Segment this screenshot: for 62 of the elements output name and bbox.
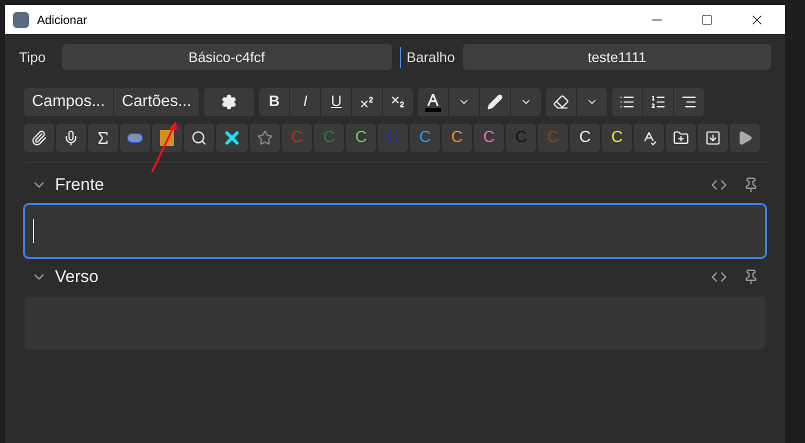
color-button[interactable]: C	[346, 124, 376, 152]
text-color-button[interactable]	[418, 88, 448, 116]
disc-button[interactable]	[120, 124, 150, 152]
settings-icon	[221, 94, 238, 110]
bullet-list-button[interactable]	[612, 88, 642, 116]
note-type-button[interactable]: Cartões...	[114, 88, 200, 116]
color-button[interactable]: C	[602, 124, 632, 152]
search-icon	[191, 130, 207, 146]
highlight-icon	[487, 94, 504, 110]
highlight-button[interactable]	[480, 88, 510, 116]
search-button[interactable]	[184, 124, 214, 152]
numbered-list-button[interactable]	[643, 88, 674, 116]
download-button[interactable]	[698, 124, 728, 152]
format-button[interactable]: U	[321, 88, 352, 116]
annotation-arrow	[150, 120, 180, 174]
eraser-button[interactable]	[546, 88, 576, 116]
microphone-icon	[63, 130, 79, 146]
superscript-icon	[359, 94, 376, 110]
deck-label: Baralho	[400, 46, 455, 68]
letter-a-icon	[425, 92, 442, 112]
text-cursor	[33, 219, 34, 243]
color-button[interactable]: C	[442, 124, 472, 152]
subscript-button[interactable]	[383, 88, 414, 116]
play-button[interactable]	[730, 124, 760, 152]
format-button[interactable]: I	[290, 88, 320, 116]
play-icon	[737, 130, 753, 146]
download-icon	[705, 130, 721, 146]
deck-selector[interactable]: teste1111	[462, 44, 771, 70]
subscript-icon	[390, 94, 406, 110]
color-button[interactable]: C	[570, 124, 600, 152]
formula-button[interactable]	[88, 124, 118, 152]
spellcheck-button[interactable]	[634, 124, 664, 152]
settings-button[interactable]	[204, 88, 254, 116]
numbered-list-icon	[650, 94, 666, 110]
microphone-button[interactable]	[56, 124, 86, 152]
field-label: Verso	[55, 266, 100, 288]
add-folder-button[interactable]	[666, 124, 696, 152]
attach-button[interactable]	[24, 124, 54, 152]
attach-icon	[31, 130, 47, 146]
note-type-label: Tipo	[19, 48, 46, 67]
field-label: Frente	[55, 174, 106, 196]
maximize-icon[interactable]	[701, 14, 713, 26]
add-folder-icon	[673, 130, 689, 146]
star-icon	[257, 130, 273, 146]
color-button[interactable]: C	[474, 124, 504, 152]
app-icon	[13, 12, 29, 28]
pin-icon[interactable]	[743, 177, 759, 193]
color-button[interactable]: C	[410, 124, 440, 152]
field-input[interactable]	[23, 203, 767, 259]
bullet-list-icon	[619, 94, 636, 110]
eraser-icon	[553, 94, 570, 110]
pin-icon[interactable]	[743, 269, 759, 285]
note-type-button[interactable]: Campos...	[24, 88, 113, 116]
note-type-selector[interactable]: Básico-c4fcf	[62, 44, 392, 70]
cross-button[interactable]	[216, 124, 248, 152]
align-button[interactable]	[674, 88, 704, 116]
image-button[interactable]	[152, 124, 182, 152]
align-icon	[681, 94, 698, 110]
star-button[interactable]	[250, 124, 280, 152]
format-button[interactable]: B	[259, 88, 290, 116]
window-title: Adicionar	[37, 12, 88, 28]
superscript-button[interactable]	[352, 88, 382, 116]
